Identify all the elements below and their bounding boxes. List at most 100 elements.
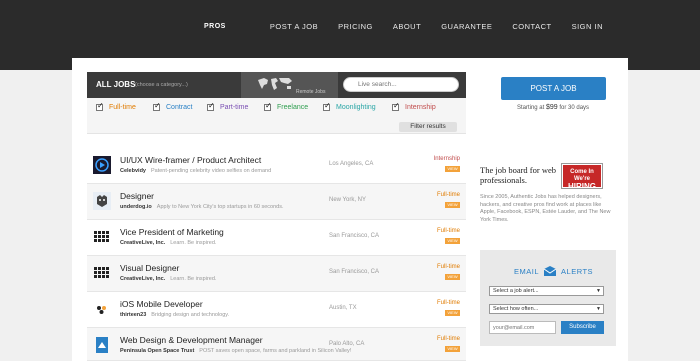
filter-results-button[interactable]: Filter results — [399, 122, 457, 132]
remote-jobs-label: Remote Jobs — [296, 89, 326, 95]
view-badge[interactable]: VIEW — [445, 202, 460, 208]
view-badge[interactable]: VIEW — [445, 166, 460, 172]
live-search-input[interactable] — [343, 77, 459, 92]
job-company-line: Peninsula Open Space Trust POST saves ope… — [120, 348, 351, 354]
job-title[interactable]: Web Design & Development Manager — [120, 335, 263, 345]
nav-post-a-job[interactable]: POST A JOB — [270, 22, 318, 31]
company-tagline: POST saves open space, farms and parklan… — [199, 348, 352, 354]
job-title[interactable]: Vice President of Marketing — [120, 227, 224, 237]
job-row[interactable]: Visual Designer CreativeLive, Inc. Learn.… — [87, 256, 466, 292]
envelope-icon — [543, 266, 557, 276]
job-row[interactable]: Vice President of Marketing CreativeLive… — [87, 220, 466, 256]
job-type: Full-time — [436, 300, 460, 306]
job-title[interactable]: iOS Mobile Developer — [120, 299, 203, 309]
filter-moonlighting[interactable]: Moonlighting — [323, 101, 376, 111]
job-title[interactable]: Visual Designer — [120, 263, 179, 273]
company-tagline: Bridging design and technology. — [151, 312, 230, 318]
job-alert-select-value: Select a job alert... — [493, 288, 539, 294]
remote-jobs-button[interactable]: Remote Jobs — [241, 72, 338, 98]
all-jobs-label[interactable]: ALL JOBS — [96, 80, 135, 89]
starting-suffix: for 30 days — [559, 105, 590, 111]
company-name: Celebvidy — [120, 168, 146, 174]
job-company-line: CreativeLive, Inc. Learn. Be inspired. — [120, 276, 216, 282]
frequency-select[interactable]: Select how often... ▼ — [489, 304, 604, 314]
job-row[interactable]: UI/UX Wire-framer / Product Architect Ce… — [87, 148, 466, 184]
company-name: thirteen23 — [120, 312, 147, 318]
job-company-line: underdog.io Apply to New York City's top … — [120, 204, 283, 210]
filter-internship[interactable]: Internship — [392, 101, 436, 111]
view-badge[interactable]: VIEW — [445, 238, 460, 244]
company-logo — [96, 337, 108, 353]
nav-about[interactable]: ABOUT — [393, 22, 421, 31]
chevron-down-icon: ▼ — [596, 288, 601, 294]
email-field[interactable] — [489, 321, 556, 334]
price: $99 — [545, 104, 558, 111]
company-tagline: Learn. Be inspired. — [170, 276, 217, 282]
chevron-down-icon: ▼ — [596, 306, 601, 312]
frequency-select-value: Select how often... — [493, 306, 539, 312]
company-name: Peninsula Open Space Trust — [120, 348, 195, 354]
job-title[interactable]: Designer — [120, 191, 154, 201]
job-row[interactable]: Web Design & Development Manager Peninsu… — [87, 328, 466, 361]
job-alert-select[interactable]: Select a job alert... ▼ — [489, 286, 604, 296]
category-bar: ALL JOBS (choose a category...) Remote J… — [87, 72, 466, 98]
job-type: Full-time — [436, 192, 460, 198]
nav-sign-in[interactable]: SIGN IN — [572, 22, 603, 31]
nav-pricing[interactable]: PRICING — [338, 22, 373, 31]
filter-contract[interactable]: Contract — [153, 101, 192, 111]
company-logo — [97, 306, 106, 314]
checkbox-checked-icon[interactable] — [207, 101, 215, 111]
job-type: Full-time — [436, 264, 460, 270]
checkbox-checked-icon[interactable] — [264, 101, 272, 111]
nav-contact[interactable]: CONTACT — [512, 22, 551, 31]
job-row[interactable]: Designer underdog.io Apply to New York Ci… — [87, 184, 466, 220]
company-name: CreativeLive, Inc. — [120, 240, 166, 246]
nav-guarantee[interactable]: GUARANTEE — [441, 22, 492, 31]
job-location: Los Angeles, CA — [329, 161, 374, 167]
email-alerts-heading: EMAIL ALERTS — [514, 265, 593, 277]
hiring-sign-line1: Come In We're — [570, 169, 594, 182]
alerts-label: ALERTS — [561, 266, 594, 276]
company-name: underdog.io — [120, 204, 152, 210]
about-box: The job board for web professionals. Com… — [480, 144, 616, 240]
company-tagline: Patent-pending celebrity video selfies o… — [150, 168, 272, 174]
main-nav: POST A JOB PRICING ABOUT GUARANTEE CONTA… — [270, 22, 603, 31]
job-location: San Francisco, CA — [329, 233, 380, 239]
view-badge[interactable]: VIEW — [445, 274, 460, 280]
filter-full-time[interactable]: Full-time — [96, 101, 136, 111]
about-description: Since 2005, Authentic Jobs has helped de… — [480, 194, 611, 223]
checkbox-checked-icon[interactable] — [392, 101, 400, 111]
tagline-heading: The job board for web professionals. — [480, 165, 557, 185]
starting-price: Starting at $99 for 30 days — [503, 104, 603, 111]
company-tagline: Learn. Be inspired. — [170, 240, 217, 246]
checkbox-checked-icon[interactable] — [153, 101, 161, 111]
category-chooser[interactable]: (choose a category...) — [135, 82, 188, 88]
post-a-job-button[interactable]: POST A JOB — [501, 77, 606, 100]
job-row[interactable]: iOS Mobile Developer thirteen23 Bridging … — [87, 292, 466, 328]
email-label: EMAIL — [514, 266, 540, 276]
site-logo[interactable]: PROS — [204, 23, 226, 30]
checkbox-checked-icon[interactable] — [323, 101, 331, 111]
hiring-sign: Come In We're HIRING — [561, 163, 603, 191]
world-map-icon — [258, 78, 292, 90]
view-badge[interactable]: VIEW — [445, 310, 460, 316]
job-location: San Francisco, CA — [329, 269, 380, 275]
job-type: Full-time — [436, 228, 460, 234]
subscribe-button[interactable]: Subscribe — [561, 321, 604, 334]
company-name: CreativeLive, Inc. — [120, 276, 166, 282]
email-alerts-box: EMAIL ALERTS Select a job alert... ▼ Sel… — [480, 250, 616, 346]
checkbox-checked-icon[interactable] — [96, 101, 104, 111]
company-logo — [93, 192, 111, 210]
job-type-filters: Full-time Contract Part-time Freelance M… — [87, 98, 466, 134]
job-title[interactable]: UI/UX Wire-framer / Product Architect — [120, 155, 261, 165]
filter-freelance[interactable]: Freelance — [264, 101, 308, 111]
job-type: Full-time — [436, 336, 460, 342]
job-company-line: CreativeLive, Inc. Learn. Be inspired. — [120, 240, 216, 246]
company-logo — [94, 231, 109, 242]
company-logo — [94, 267, 109, 278]
view-badge[interactable]: VIEW — [445, 346, 460, 352]
job-company-line: thirteen23 Bridging design and technology… — [120, 312, 229, 318]
company-tagline: Apply to New York City's top startups in… — [156, 204, 284, 210]
filter-part-time[interactable]: Part-time — [207, 101, 248, 111]
job-company-line: Celebvidy Patent-pending celebrity video … — [120, 168, 271, 174]
